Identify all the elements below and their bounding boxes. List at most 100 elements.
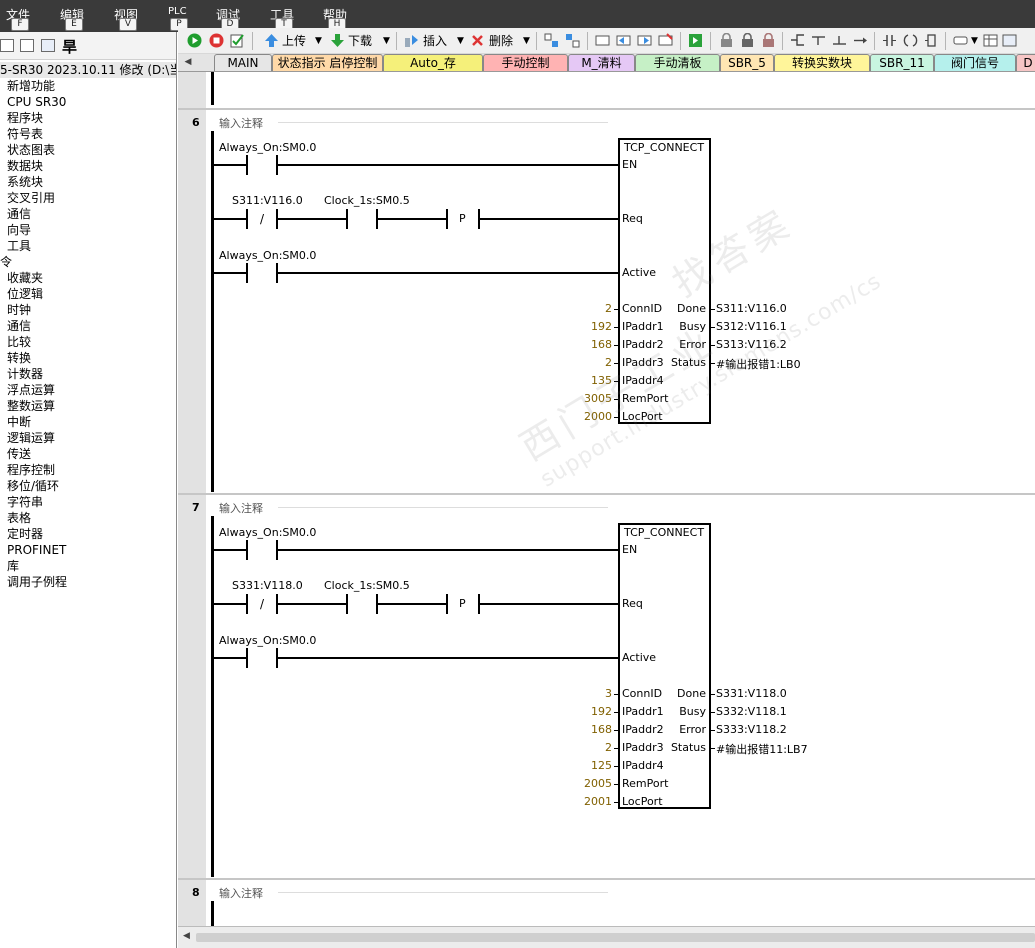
tab-valve-signal[interactable]: 阀门信号 — [934, 54, 1016, 71]
tab-auto-store[interactable]: Auto_存 — [383, 54, 483, 71]
compile-icon[interactable] — [230, 33, 245, 48]
param-value[interactable]: 2 — [540, 741, 612, 754]
tree-item[interactable]: 位逻辑 — [0, 286, 176, 302]
tree-item[interactable]: 工具 — [0, 238, 176, 254]
contact-nc[interactable] — [246, 209, 248, 229]
tree-item[interactable]: 调用子例程 — [0, 574, 176, 590]
window-icon[interactable] — [1002, 33, 1017, 48]
goto-icon[interactable] — [688, 33, 703, 48]
clear-icon[interactable] — [658, 33, 673, 48]
p-edge-contact[interactable] — [446, 209, 448, 229]
param-value[interactable]: 2 — [540, 356, 612, 369]
param-value[interactable]: 2 — [540, 302, 612, 315]
insert-button[interactable]: 插入 — [423, 32, 447, 50]
network-comment[interactable]: 输入注释 — [219, 885, 263, 901]
contact-no[interactable] — [246, 155, 248, 175]
line-right-icon[interactable] — [853, 33, 868, 48]
param-value[interactable]: 3 — [540, 687, 612, 700]
output-value[interactable]: S312:V116.1 — [716, 320, 787, 333]
output-value[interactable]: #输出报错11:LB7 — [716, 741, 808, 757]
tree-item[interactable]: 数据块 — [0, 158, 176, 174]
arrow-right-icon[interactable] — [637, 33, 652, 48]
tree-item[interactable]: 移位/循环 — [0, 478, 176, 494]
tree-item[interactable]: 收藏夹 — [0, 270, 176, 286]
p-edge-contact[interactable] — [446, 594, 448, 614]
tree-item[interactable]: 向导 — [0, 222, 176, 238]
tree-item[interactable]: 传送 — [0, 446, 176, 462]
tree-view-icon[interactable] — [0, 39, 14, 52]
tree-item[interactable]: 状态图表 — [0, 142, 176, 158]
tree-item[interactable]: PROFINET — [0, 542, 176, 558]
chevron-down-icon[interactable]: ▼ — [971, 32, 978, 50]
tab-d[interactable]: D — [1016, 54, 1035, 71]
tree-item[interactable]: 浮点运算 — [0, 382, 176, 398]
param-value[interactable]: 168 — [540, 338, 612, 351]
contact-no[interactable] — [346, 209, 348, 229]
tree-item[interactable]: 符号表 — [0, 126, 176, 142]
lock-icon[interactable] — [740, 33, 755, 48]
lock-icon[interactable] — [761, 33, 776, 48]
tab-main[interactable]: MAIN — [214, 54, 272, 71]
tree-item[interactable]: 字符串 — [0, 494, 176, 510]
tab-status-indicator[interactable]: 状态指示 启停控制 — [272, 54, 383, 71]
box-icon[interactable] — [924, 33, 939, 48]
tree-item[interactable]: 库 — [0, 558, 176, 574]
output-value[interactable]: S331:V118.0 — [716, 687, 787, 700]
tree-item[interactable]: 计数器 — [0, 366, 176, 382]
window-icon[interactable] — [41, 39, 55, 52]
chevron-down-icon[interactable]: ▼ — [315, 32, 322, 50]
line-down-icon[interactable] — [811, 33, 826, 48]
tree-item[interactable]: 系统块 — [0, 174, 176, 190]
tab-sbr-11[interactable]: SBR_11 — [870, 54, 934, 71]
tree-item[interactable]: 比较 — [0, 334, 176, 350]
window-icon[interactable] — [595, 33, 610, 48]
contact-icon[interactable] — [882, 33, 897, 48]
param-value[interactable]: 192 — [540, 705, 612, 718]
chevron-down-icon[interactable]: ▼ — [383, 32, 390, 50]
contact-no[interactable] — [246, 263, 248, 283]
scroll-thumb[interactable] — [196, 933, 1035, 942]
tree-item[interactable]: 表格 — [0, 510, 176, 526]
network-view-icon[interactable] — [565, 33, 580, 48]
run-icon[interactable] — [187, 33, 202, 48]
tab-m-clear[interactable]: M_清料 — [568, 54, 635, 71]
param-value[interactable]: 135 — [540, 374, 612, 387]
line-up-icon[interactable] — [832, 33, 847, 48]
tree-item[interactable]: 定时器 — [0, 526, 176, 542]
param-value[interactable]: 2005 — [540, 777, 612, 790]
tree-item[interactable]: 整数运算 — [0, 398, 176, 414]
contact-no[interactable] — [246, 648, 248, 668]
delete-button[interactable]: 删除 — [489, 32, 513, 50]
output-value[interactable]: S311:V116.0 — [716, 302, 787, 315]
output-value[interactable]: #输出报错1:LB0 — [716, 356, 801, 372]
tcp-connect-block[interactable]: TCP_CONNECT EN Req Active ConnID IPaddr1… — [618, 523, 711, 809]
lock-icon[interactable] — [719, 33, 734, 48]
symbol-icon[interactable] — [953, 33, 968, 48]
tcp-connect-block[interactable]: TCP_CONNECT EN Req Active ConnID IPaddr1… — [618, 138, 711, 424]
tree-item[interactable]: 中断 — [0, 414, 176, 430]
tree-item[interactable]: 时钟 — [0, 302, 176, 318]
line-branch-icon[interactable] — [790, 33, 805, 48]
param-value[interactable]: 192 — [540, 320, 612, 333]
tree-item[interactable]: 令 — [0, 254, 176, 270]
param-value[interactable]: 125 — [540, 759, 612, 772]
tree-item[interactable]: 逻辑运算 — [0, 430, 176, 446]
tab-scroll-left-icon[interactable]: ◀ — [182, 54, 194, 71]
document-icon[interactable] — [20, 39, 34, 52]
arrow-left-icon[interactable] — [616, 33, 631, 48]
stop-icon[interactable] — [209, 33, 224, 48]
param-value[interactable]: 2001 — [540, 795, 612, 808]
tree-item[interactable]: 程序块 — [0, 110, 176, 126]
tree-item[interactable]: 转换 — [0, 350, 176, 366]
tree-item[interactable]: CPU SR30 — [0, 94, 176, 110]
output-value[interactable]: S333:V118.2 — [716, 723, 787, 736]
menu-plc[interactable]: PLC — [168, 6, 187, 17]
scroll-left-icon[interactable]: ◀ — [183, 931, 190, 941]
tree-item[interactable]: 通信 — [0, 206, 176, 222]
contact-no[interactable] — [346, 594, 348, 614]
output-value[interactable]: S313:V116.2 — [716, 338, 787, 351]
table-icon[interactable] — [983, 33, 998, 48]
network-comment[interactable]: 输入注释 — [219, 500, 263, 516]
ladder-editor[interactable]: 6 输入注释 Always_On:SM0.0 S311:V116.0 Clock… — [178, 72, 1035, 926]
param-value[interactable]: 3005 — [540, 392, 612, 405]
